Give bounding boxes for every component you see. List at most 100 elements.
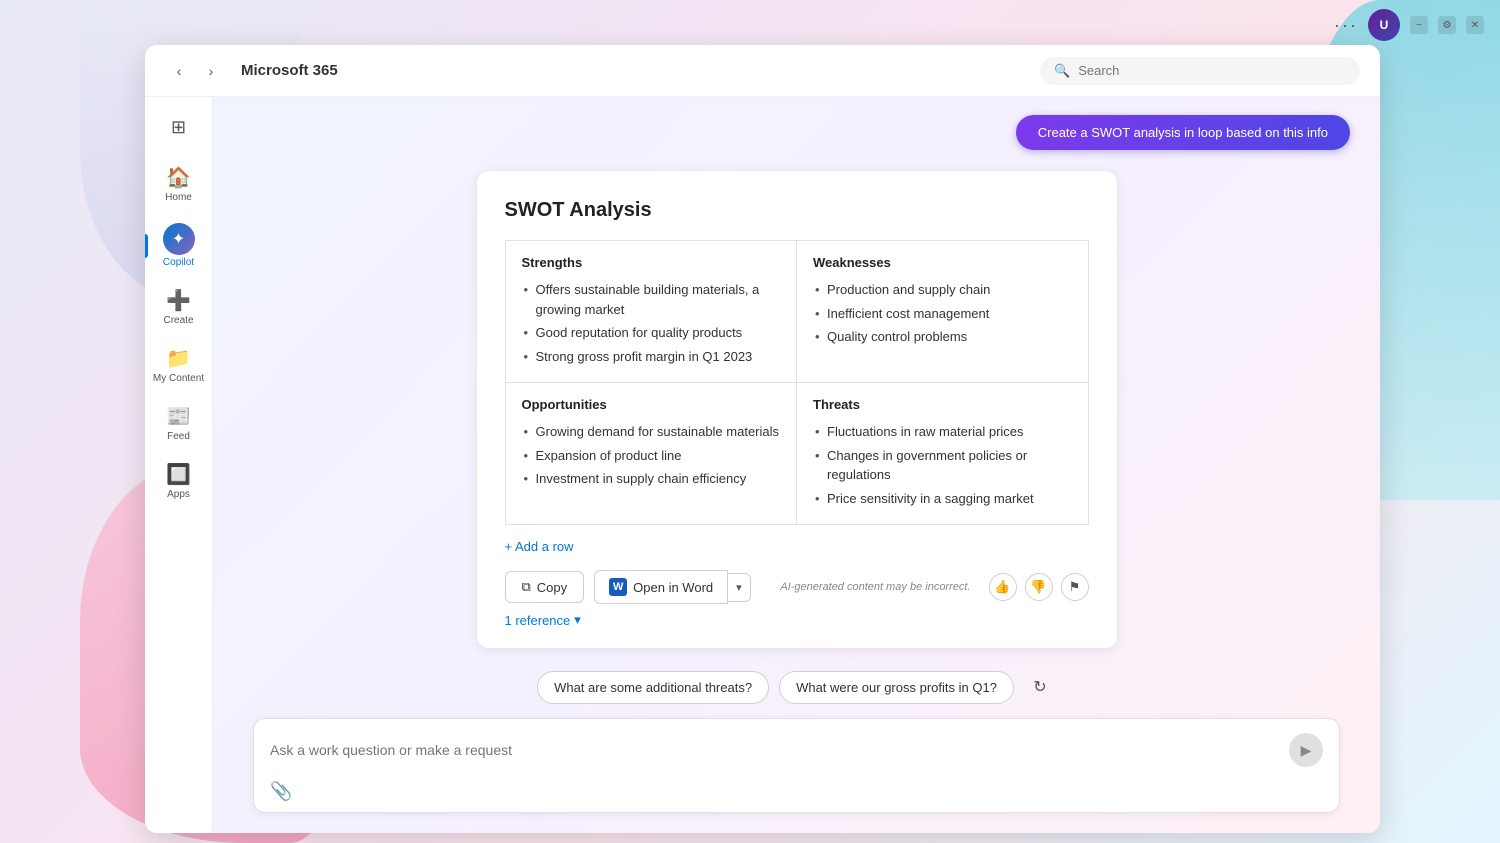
reference-chevron-icon: ▾ bbox=[574, 612, 581, 628]
forward-button[interactable]: › bbox=[197, 57, 225, 85]
forward-arrow-icon: › bbox=[209, 63, 214, 79]
swot-opportunities-label: Opportunities bbox=[522, 397, 781, 412]
swot-threats-cell: Threats Fluctuations in raw material pri… bbox=[797, 383, 1089, 525]
list-item: Inefficient cost management bbox=[813, 302, 1072, 326]
more-options-icon[interactable]: ··· bbox=[1334, 15, 1358, 36]
swot-threats-list: Fluctuations in raw material prices Chan… bbox=[813, 420, 1072, 510]
apps-grid-button[interactable]: ⊞ bbox=[161, 109, 197, 145]
copilot-icon: ✦ bbox=[163, 223, 195, 255]
feedback-icons: 👍 👎 ⚑ bbox=[989, 573, 1089, 601]
list-item: Investment in supply chain efficiency bbox=[522, 467, 781, 491]
suggestion-chip-threats[interactable]: What are some additional threats? bbox=[537, 671, 769, 704]
sidebar-item-create[interactable]: ➕ Create bbox=[145, 280, 212, 334]
minimize-button[interactable]: − bbox=[1410, 16, 1428, 34]
main-window: ‹ › Microsoft 365 🔍 ⊞ 🏠 Home ✦ bbox=[145, 45, 1380, 833]
list-item: Fluctuations in raw material prices bbox=[813, 420, 1072, 444]
nav-arrows: ‹ › bbox=[165, 57, 225, 85]
thumbs-down-icon: 👎 bbox=[1030, 579, 1046, 595]
swot-strengths-label: Strengths bbox=[522, 255, 781, 270]
sidebar-label-home: Home bbox=[165, 192, 192, 203]
send-button[interactable]: ▶ bbox=[1289, 733, 1323, 767]
open-word-dropdown-button[interactable]: ▾ bbox=[728, 573, 751, 602]
list-item: Changes in government policies or regula… bbox=[813, 444, 1072, 487]
create-icon: ➕ bbox=[166, 288, 191, 313]
sidebar: ⊞ 🏠 Home ✦ Copilot ➕ Create 📁 My Content bbox=[145, 97, 213, 833]
sidebar-item-my-content[interactable]: 📁 My Content bbox=[145, 338, 212, 392]
open-in-word-button[interactable]: W Open in Word bbox=[594, 570, 728, 604]
sidebar-item-feed[interactable]: 📰 Feed bbox=[145, 396, 212, 450]
sidebar-label-feed: Feed bbox=[167, 431, 190, 442]
window-controls: ··· U − ⚙ ✕ bbox=[1334, 9, 1484, 41]
open-word-group: W Open in Word ▾ bbox=[594, 570, 751, 604]
input-row: ▶ bbox=[270, 733, 1323, 767]
settings-button[interactable]: ⚙ bbox=[1438, 16, 1456, 34]
swot-title: SWOT Analysis bbox=[505, 199, 1089, 222]
refresh-icon: ↻ bbox=[1033, 677, 1046, 697]
sidebar-label-my-content: My Content bbox=[153, 373, 204, 384]
list-item: Growing demand for sustainable materials bbox=[522, 420, 781, 444]
send-icon: ▶ bbox=[1301, 742, 1312, 759]
copy-label: Copy bbox=[537, 580, 567, 595]
copy-icon: ⧉ bbox=[522, 579, 531, 595]
thumbs-down-button[interactable]: 👎 bbox=[1025, 573, 1053, 601]
search-bar[interactable]: 🔍 bbox=[1040, 57, 1360, 85]
swot-opportunities-cell: Opportunities Growing demand for sustain… bbox=[505, 383, 797, 525]
word-icon: W bbox=[609, 578, 627, 596]
input-box: ▶ 📎 bbox=[253, 718, 1340, 813]
swot-card: SWOT Analysis Strengths Offers sustainab… bbox=[477, 171, 1117, 648]
chat-input[interactable] bbox=[270, 742, 1289, 758]
sidebar-item-apps[interactable]: 🔲 Apps bbox=[145, 454, 212, 508]
swot-strengths-cell: Strengths Offers sustainable building ma… bbox=[505, 241, 797, 383]
list-item: Price sensitivity in a sagging market bbox=[813, 487, 1072, 511]
grid-icon: ⊞ bbox=[171, 117, 186, 138]
swot-strengths-list: Offers sustainable building materials, a… bbox=[522, 278, 781, 368]
sidebar-label-apps: Apps bbox=[167, 489, 190, 500]
avatar[interactable]: U bbox=[1368, 9, 1400, 41]
chevron-down-icon: ▾ bbox=[736, 582, 742, 594]
attachment-icon[interactable]: 📎 bbox=[270, 781, 292, 802]
swot-table: Strengths Offers sustainable building ma… bbox=[505, 240, 1089, 525]
thumbs-up-button[interactable]: 👍 bbox=[989, 573, 1017, 601]
reference-row[interactable]: 1 reference ▾ bbox=[505, 612, 1089, 628]
home-icon: 🏠 bbox=[166, 165, 191, 190]
copilot-prompt-button[interactable]: Create a SWOT analysis in loop based on … bbox=[1016, 115, 1350, 150]
add-row-button[interactable]: + Add a row bbox=[505, 539, 574, 554]
chat-area: SWOT Analysis Strengths Offers sustainab… bbox=[213, 161, 1380, 659]
flag-button[interactable]: ⚑ bbox=[1061, 573, 1089, 601]
card-actions: ⧉ Copy W Open in Word ▾ A bbox=[505, 570, 1089, 604]
apps-icon: 🔲 bbox=[166, 462, 191, 487]
thumbs-up-icon: 👍 bbox=[994, 579, 1010, 595]
window-title: Microsoft 365 bbox=[241, 62, 1024, 79]
bottom-area: What are some additional threats? What w… bbox=[213, 659, 1380, 833]
swot-weaknesses-label: Weaknesses bbox=[813, 255, 1072, 270]
list-item: Expansion of product line bbox=[522, 444, 781, 468]
search-input[interactable] bbox=[1078, 63, 1346, 78]
swot-weaknesses-list: Production and supply chain Inefficient … bbox=[813, 278, 1072, 349]
search-icon: 🔍 bbox=[1054, 63, 1070, 79]
input-actions-row: 📎 bbox=[270, 775, 1323, 802]
suggestion-chips: What are some additional threats? What w… bbox=[253, 671, 1340, 704]
flag-icon: ⚑ bbox=[1069, 579, 1081, 595]
open-word-label: Open in Word bbox=[633, 580, 713, 595]
sidebar-item-copilot[interactable]: ✦ Copilot bbox=[145, 215, 212, 276]
list-item: Offers sustainable building materials, a… bbox=[522, 278, 781, 321]
swot-weaknesses-cell: Weaknesses Production and supply chain I… bbox=[797, 241, 1089, 383]
suggestion-chip-profits[interactable]: What were our gross profits in Q1? bbox=[779, 671, 1014, 704]
feed-icon: 📰 bbox=[166, 404, 191, 429]
list-item: Strong gross profit margin in Q1 2023 bbox=[522, 345, 781, 369]
window-titlebar: ‹ › Microsoft 365 🔍 bbox=[145, 45, 1380, 97]
back-button[interactable]: ‹ bbox=[165, 57, 193, 85]
list-item: Quality control problems bbox=[813, 325, 1072, 349]
list-item: Production and supply chain bbox=[813, 278, 1072, 302]
list-item: Good reputation for quality products bbox=[522, 321, 781, 345]
back-arrow-icon: ‹ bbox=[177, 63, 182, 79]
sidebar-item-home[interactable]: 🏠 Home bbox=[145, 157, 212, 211]
window-body: ⊞ 🏠 Home ✦ Copilot ➕ Create 📁 My Content bbox=[145, 97, 1380, 833]
refresh-button[interactable]: ↻ bbox=[1024, 671, 1056, 703]
content-area: Create a SWOT analysis in loop based on … bbox=[213, 97, 1380, 833]
top-bar: ··· U − ⚙ ✕ bbox=[0, 0, 1500, 50]
copy-button[interactable]: ⧉ Copy bbox=[505, 571, 585, 603]
close-button[interactable]: ✕ bbox=[1466, 16, 1484, 34]
reference-label: 1 reference bbox=[505, 613, 571, 628]
swot-opportunities-list: Growing demand for sustainable materials… bbox=[522, 420, 781, 491]
